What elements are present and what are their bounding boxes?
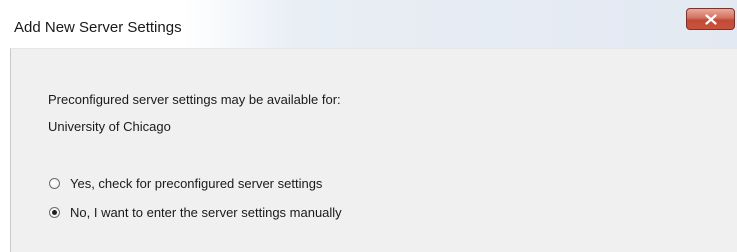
option-enter-manually[interactable]: No, I want to enter the server settings … bbox=[49, 205, 342, 220]
window-title: Add New Server Settings bbox=[14, 19, 182, 36]
close-button[interactable] bbox=[686, 8, 735, 30]
radio-button-no[interactable] bbox=[49, 207, 60, 218]
option-label-yes: Yes, check for preconfigured server sett… bbox=[70, 176, 323, 191]
title-bar[interactable]: Add New Server Settings bbox=[0, 0, 737, 48]
option-label-no: No, I want to enter the server settings … bbox=[70, 205, 342, 220]
close-icon bbox=[704, 13, 717, 25]
radio-button-yes[interactable] bbox=[49, 178, 60, 189]
option-check-preconfigured[interactable]: Yes, check for preconfigured server sett… bbox=[49, 176, 322, 191]
dialog-window: Add New Server Settings Preconfigured se… bbox=[0, 0, 737, 252]
organization-name: University of Chicago bbox=[48, 119, 171, 134]
prompt-text: Preconfigured server settings may be ava… bbox=[48, 92, 341, 107]
dialog-content: Preconfigured server settings may be ava… bbox=[10, 48, 737, 252]
